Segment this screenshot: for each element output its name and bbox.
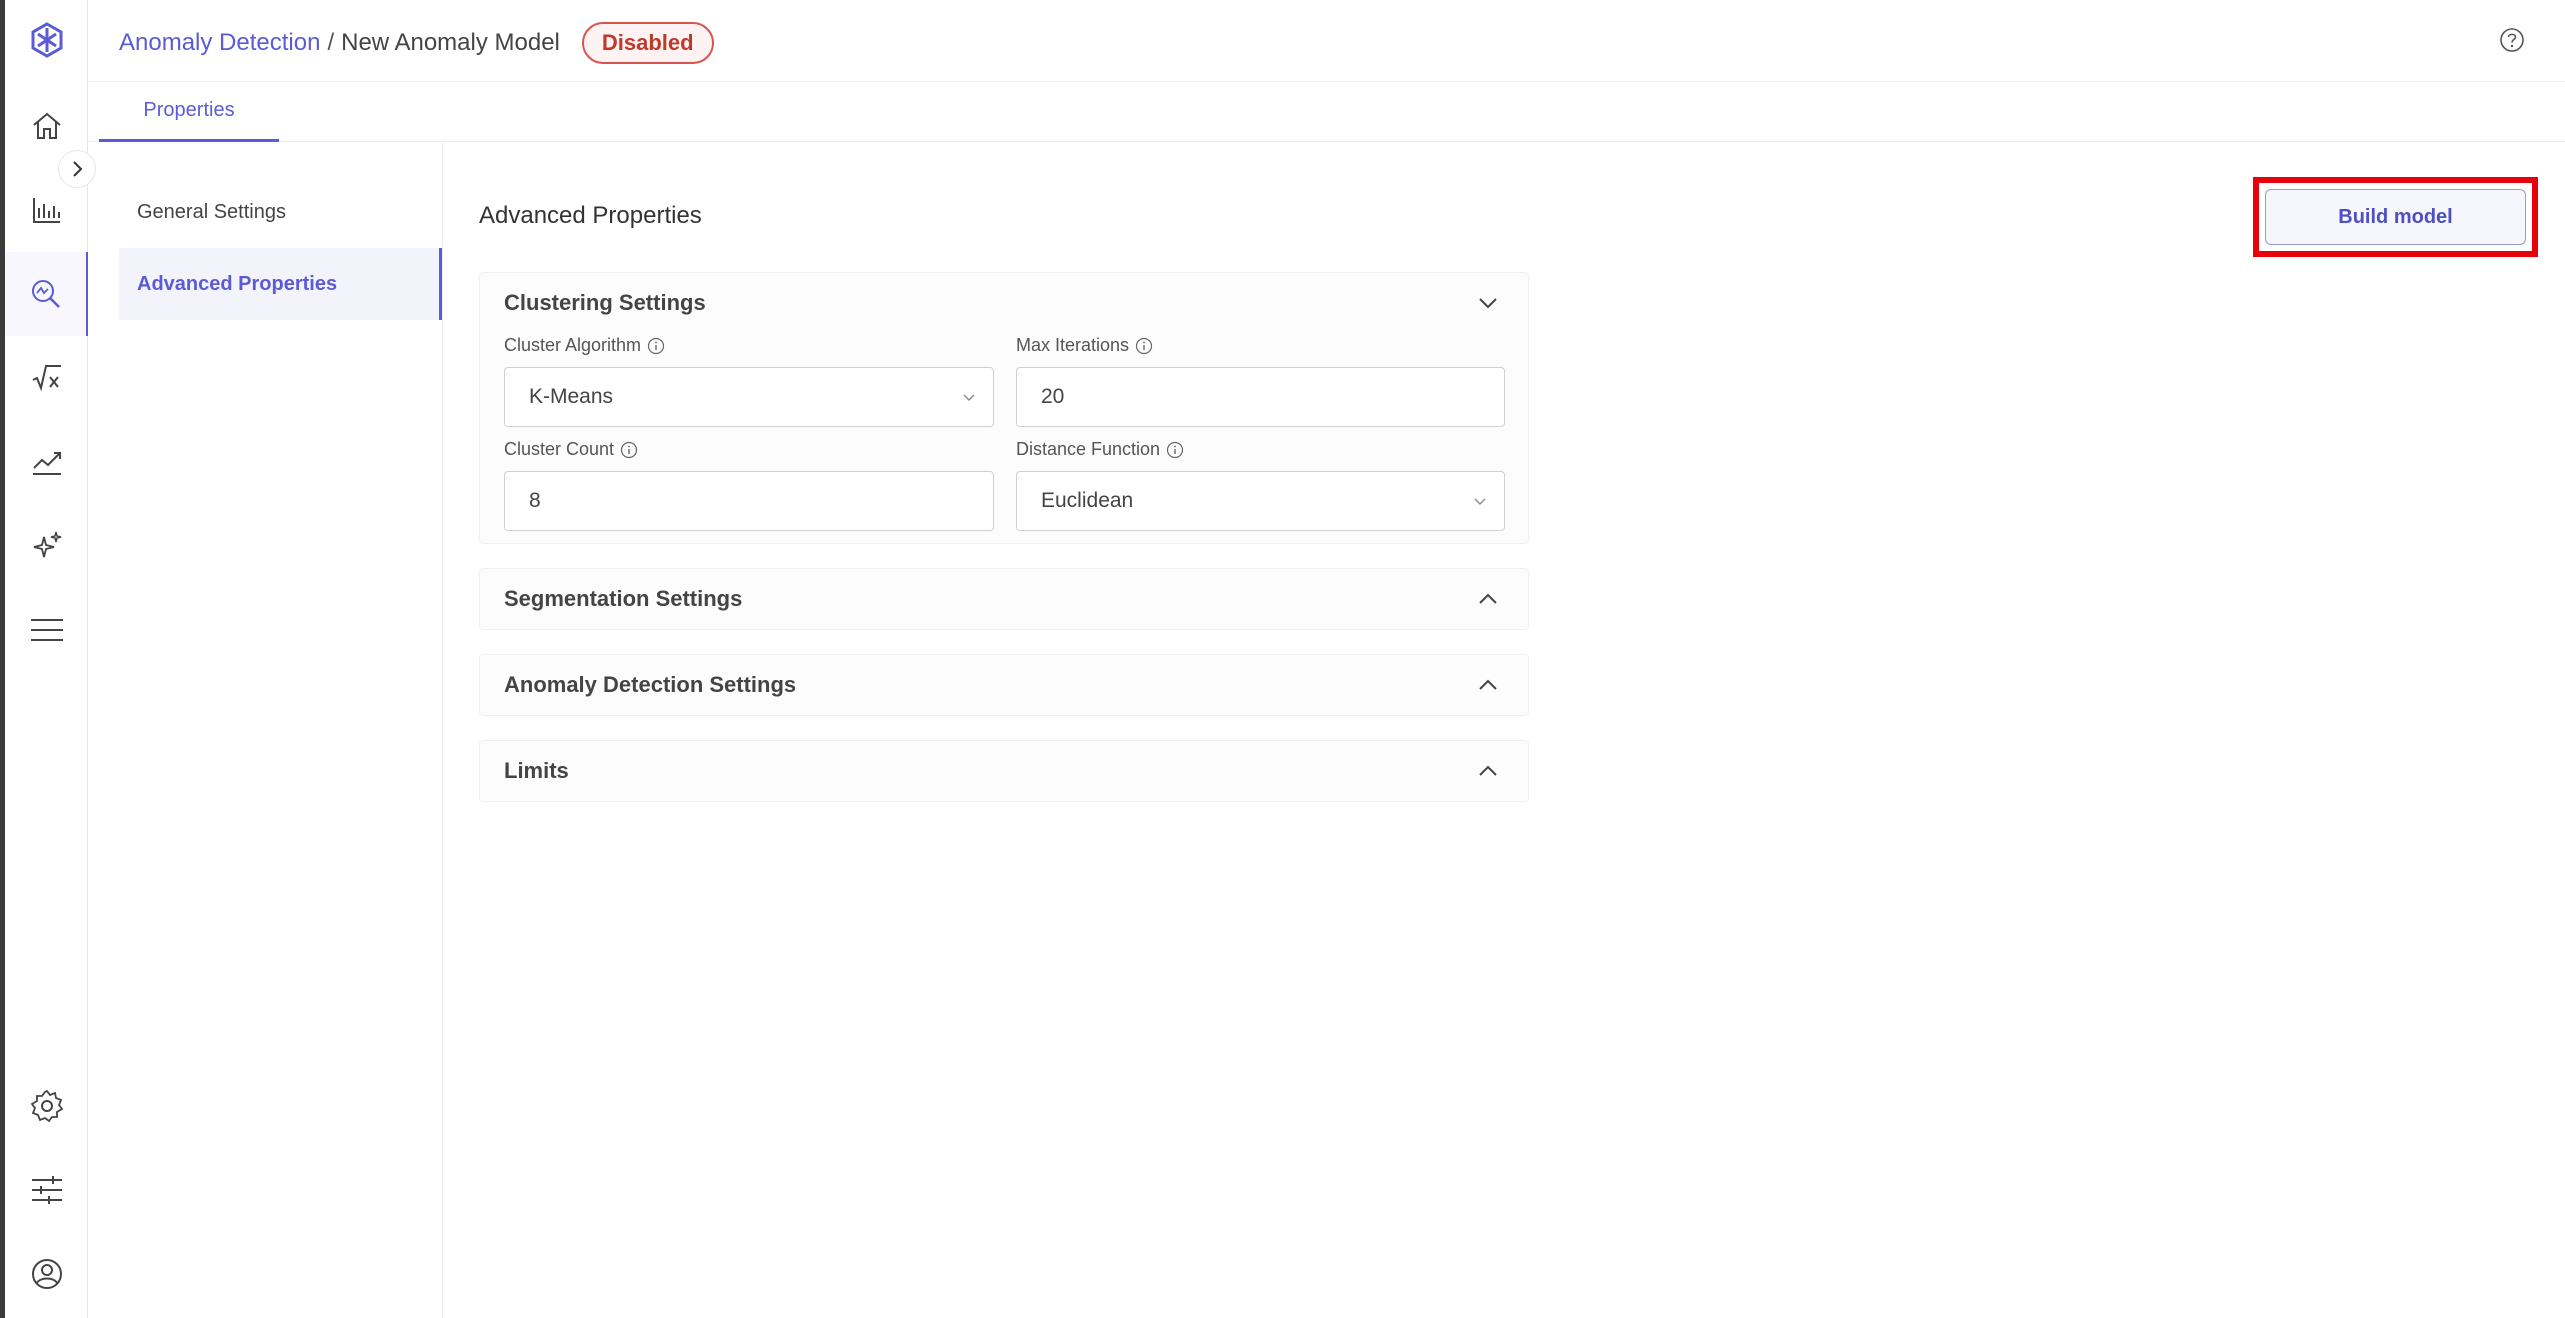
cluster-algorithm-label-text: Cluster Algorithm <box>504 335 642 355</box>
page-header: Anomaly Detection / New Anomaly Model Di… <box>88 0 2565 82</box>
anomaly-detection-settings-panel: Anomaly Detection Settings <box>479 654 1529 716</box>
info-icon[interactable] <box>620 441 638 459</box>
distance-function-label-text: Distance Function <box>1016 439 1161 459</box>
trend-icon <box>32 452 61 475</box>
cluster-count-input[interactable]: 8 <box>504 471 994 531</box>
gear-icon <box>30 1089 63 1123</box>
info-icon[interactable] <box>647 337 665 355</box>
cluster-algorithm-label: Cluster Algorithm <box>504 335 665 356</box>
formulas-nav[interactable] <box>5 336 88 420</box>
build-button-highlight: Build model <box>2253 177 2538 257</box>
build-model-button[interactable]: Build model <box>2265 189 2526 245</box>
settings-nav[interactable] <box>5 1064 88 1148</box>
breadcrumb: Anomaly Detection / New Anomaly Model Di… <box>119 22 714 64</box>
limits-header[interactable]: Limits <box>480 741 1528 801</box>
tab-bar: Properties <box>88 82 2565 142</box>
limits-title: Limits <box>504 758 569 783</box>
segmentation-settings-header[interactable]: Segmentation Settings <box>480 569 1528 629</box>
chevron-up-icon <box>1479 765 1497 776</box>
trends-nav[interactable] <box>5 420 88 504</box>
max-iterations-label: Max Iterations <box>1016 335 1153 356</box>
chevron-up-icon <box>1479 679 1497 690</box>
cluster-count-label-text: Cluster Count <box>504 439 615 459</box>
help-icon[interactable] <box>2499 27 2525 53</box>
chevron-down-icon <box>1474 498 1486 505</box>
tab-properties[interactable]: Properties <box>99 82 279 142</box>
logo-icon <box>31 22 62 58</box>
home-icon <box>32 112 61 139</box>
distance-function-label: Distance Function <box>1016 439 1184 460</box>
info-icon[interactable] <box>1135 337 1153 355</box>
bar-chart-icon <box>32 198 60 223</box>
cluster-count-label: Cluster Count <box>504 439 638 460</box>
cluster-algorithm-value: K-Means <box>529 385 614 408</box>
user-icon <box>31 1259 62 1289</box>
search-analytics-icon <box>31 280 60 308</box>
profile-nav[interactable] <box>5 1232 88 1316</box>
anomaly-detection-nav[interactable] <box>5 252 88 336</box>
nav-general-settings[interactable]: General Settings <box>119 176 442 248</box>
app-logo[interactable] <box>5 0 88 80</box>
chevron-right-icon <box>73 161 83 177</box>
ai-nav[interactable] <box>5 504 88 588</box>
clustering-settings-title: Clustering Settings <box>504 290 706 315</box>
menu-nav[interactable] <box>5 588 88 672</box>
main-content: Advanced Properties Build model Clusteri… <box>443 142 2565 1318</box>
breadcrumb-current: New Anomaly Model <box>341 29 560 56</box>
limits-panel: Limits <box>479 740 1529 802</box>
expand-sidebar-button[interactable] <box>58 150 96 188</box>
sliders-icon <box>31 1176 62 1204</box>
chevron-up-icon <box>1479 593 1497 604</box>
segmentation-settings-title: Segmentation Settings <box>504 586 743 611</box>
cluster-count-value: 8 <box>529 489 541 512</box>
clustering-settings-panel: Clustering Settings Cluster Algorithm K-… <box>479 272 1529 544</box>
chevron-down-icon <box>963 394 975 401</box>
cluster-algorithm-select[interactable]: K-Means <box>504 367 994 427</box>
anomaly-detection-settings-header[interactable]: Anomaly Detection Settings <box>480 655 1528 715</box>
max-iterations-value: 20 <box>1041 385 1065 408</box>
breadcrumb-separator: / <box>327 29 335 56</box>
filters-nav[interactable] <box>5 1148 88 1232</box>
max-iterations-input[interactable]: 20 <box>1016 367 1505 427</box>
breadcrumb-root-link[interactable]: Anomaly Detection <box>119 29 320 57</box>
clustering-settings-header[interactable]: Clustering Settings <box>480 273 1528 333</box>
segmentation-settings-panel: Segmentation Settings <box>479 568 1529 630</box>
distance-function-select[interactable]: Euclidean <box>1016 471 1505 531</box>
nav-advanced-properties[interactable]: Advanced Properties <box>119 248 442 320</box>
info-icon[interactable] <box>1166 441 1184 459</box>
page-title: Advanced Properties <box>479 202 702 229</box>
max-iterations-label-text: Max Iterations <box>1016 335 1130 355</box>
anomaly-detection-settings-title: Anomaly Detection Settings <box>504 672 797 697</box>
sqrt-icon <box>32 365 61 392</box>
status-badge: Disabled <box>581 22 714 64</box>
chevron-down-icon <box>1479 298 1497 309</box>
distance-function-value: Euclidean <box>1041 489 1134 512</box>
properties-sidenav: General Settings Advanced Properties <box>88 142 443 1318</box>
icon-rail <box>5 0 88 1318</box>
menu-icon <box>30 619 63 641</box>
sparkle-icon <box>33 531 61 558</box>
